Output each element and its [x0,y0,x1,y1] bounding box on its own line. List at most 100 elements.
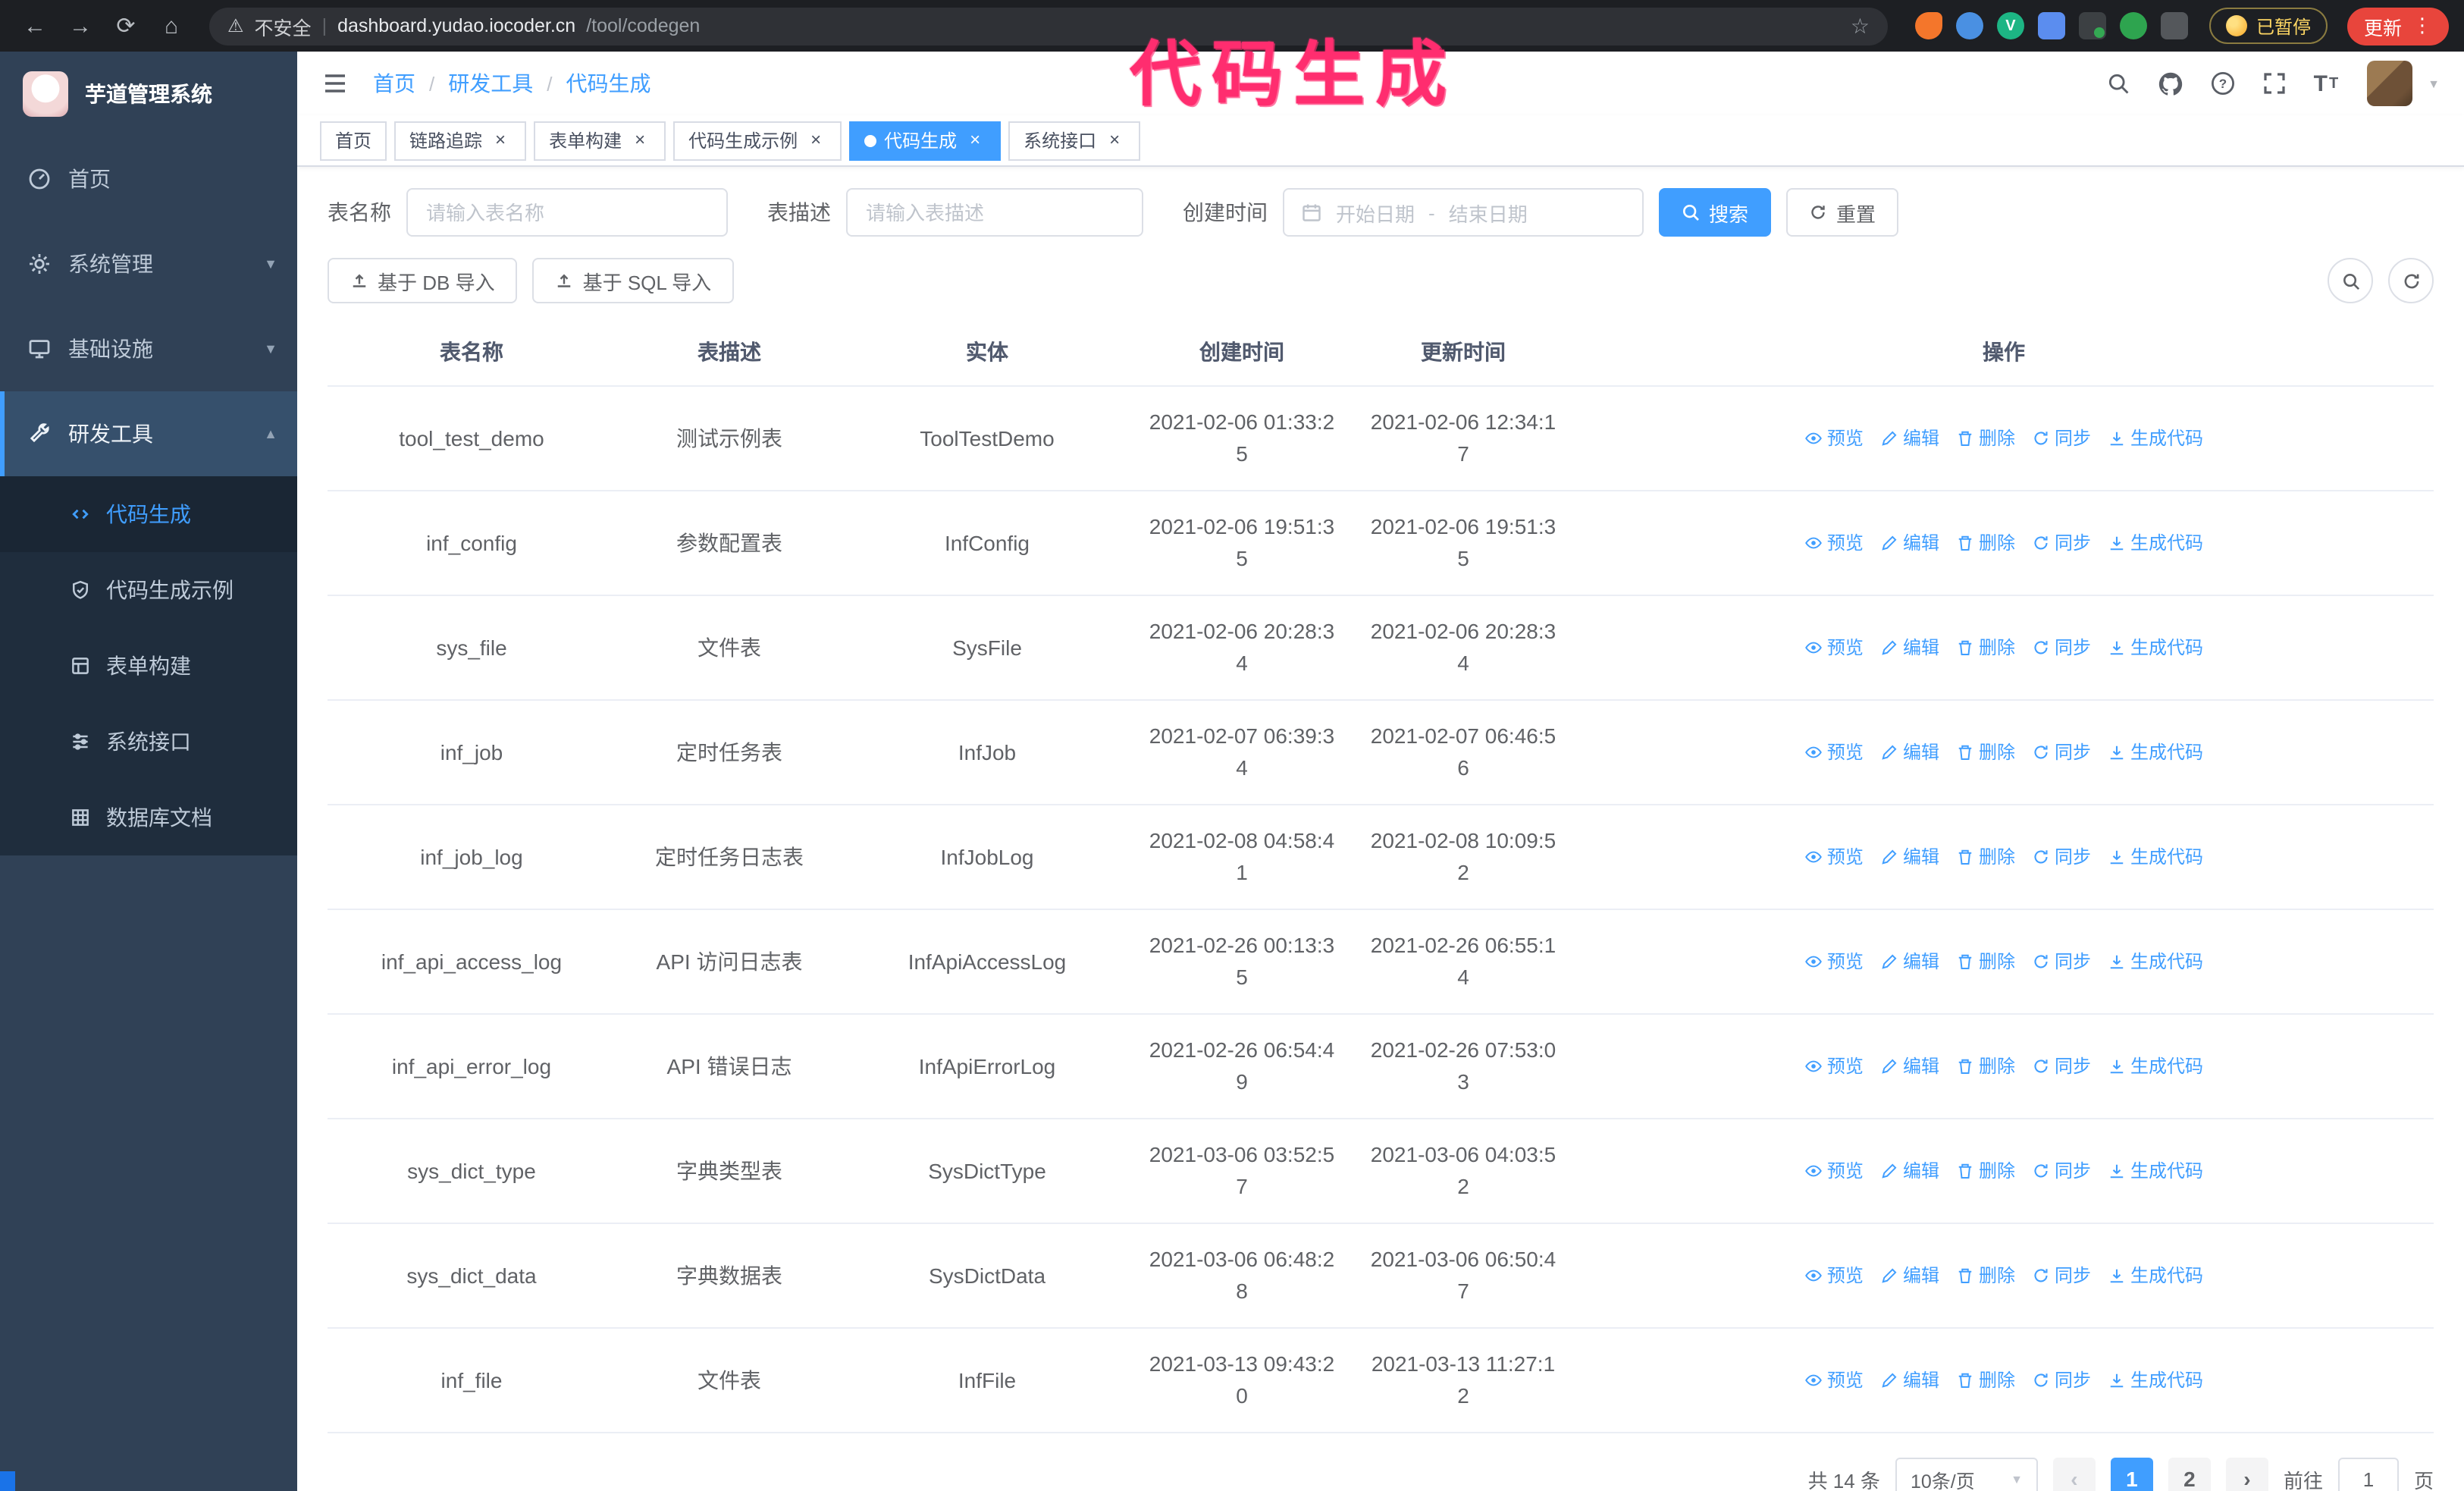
extension-icon-2[interactable] [1955,12,1983,39]
delete-link[interactable]: 删除 [1956,946,2015,978]
sidebar-item-system[interactable]: 系统管理 ▼ [0,221,297,306]
preview-link[interactable]: 预览 [1804,632,1864,664]
date-range-picker[interactable]: 开始日期 - 结束日期 [1283,188,1644,237]
font-size-icon[interactable]: TT [2314,71,2340,96]
generate-code-link[interactable]: 生成代码 [2108,736,2203,768]
edit-link[interactable]: 编辑 [1880,1364,1939,1396]
delete-link[interactable]: 删除 [1956,1260,2015,1292]
close-icon[interactable]: × [490,129,511,151]
edit-link[interactable]: 编辑 [1880,946,1939,978]
preview-link[interactable]: 预览 [1804,1364,1864,1396]
sidebar-item-codegen-example[interactable]: 代码生成示例 [0,552,297,628]
sync-link[interactable]: 同步 [2032,1364,2091,1396]
sync-link[interactable]: 同步 [2032,841,2091,873]
page-size-select[interactable]: 10条/页 ▼ [1895,1458,2038,1491]
import-sql-button[interactable]: 基于 SQL 导入 [532,258,735,303]
generate-code-link[interactable]: 生成代码 [2108,1050,2203,1082]
preview-link[interactable]: 预览 [1804,946,1864,978]
delete-link[interactable]: 删除 [1956,736,2015,768]
close-icon[interactable]: × [964,129,986,151]
extension-icon-3[interactable]: V [1996,12,2024,39]
breadcrumb-home[interactable]: 首页 [373,68,415,99]
delete-link[interactable]: 删除 [1956,632,2015,664]
tab-tracing[interactable]: 链路追踪 × [394,121,527,160]
fullscreen-icon[interactable] [2262,71,2287,96]
browser-reload-icon[interactable]: ⟳ [106,12,146,39]
sidebar-item-devtools[interactable]: 研发工具 ▲ [0,391,297,476]
sync-link[interactable]: 同步 [2032,422,2091,454]
search-button[interactable]: 搜索 [1659,188,1772,237]
delete-link[interactable]: 删除 [1956,1364,2015,1396]
edit-link[interactable]: 编辑 [1880,1260,1939,1292]
generate-code-link[interactable]: 生成代码 [2108,527,2203,559]
next-page-button[interactable]: › [2225,1458,2268,1491]
edit-link[interactable]: 编辑 [1880,1155,1939,1187]
url-bar[interactable]: ⚠ 不安全 | dashboard.yudao.iocoder.cn/tool/… [209,7,1888,45]
help-icon[interactable]: ? [2211,71,2235,96]
delete-link[interactable]: 删除 [1956,527,2015,559]
extension-icon-6[interactable] [2119,12,2147,39]
delete-link[interactable]: 删除 [1956,1155,2015,1187]
sync-link[interactable]: 同步 [2032,527,2091,559]
generate-code-link[interactable]: 生成代码 [2108,632,2203,664]
extension-icon-5[interactable] [2078,12,2106,39]
import-db-button[interactable]: 基于 DB 导入 [328,258,518,303]
avatar[interactable] [2367,61,2413,106]
tab-codegen-example[interactable]: 代码生成示例 × [673,121,842,160]
sync-link[interactable]: 同步 [2032,736,2091,768]
tab-codegen[interactable]: 代码生成 × [849,121,1002,160]
delete-link[interactable]: 删除 [1956,841,2015,873]
edit-link[interactable]: 编辑 [1880,1050,1939,1082]
browser-menu-icon[interactable]: ⋮ [2412,14,2432,38]
page-button-1[interactable]: 1 [2110,1458,2153,1491]
goto-page-input[interactable] [2337,1458,2399,1491]
breadcrumb-devtools[interactable]: 研发工具 [448,68,533,99]
sync-link[interactable]: 同步 [2032,1155,2091,1187]
sidebar-item-infra[interactable]: 基础设施 ▼ [0,306,297,391]
browser-home-icon[interactable]: ⌂ [152,13,191,39]
generate-code-link[interactable]: 生成代码 [2108,841,2203,873]
toggle-search-button[interactable] [2328,258,2373,303]
tab-form-builder[interactable]: 表单构建 × [534,121,666,160]
sync-link[interactable]: 同步 [2032,946,2091,978]
extension-icon-4[interactable] [2037,12,2065,39]
browser-update-button[interactable]: 更新 ⋮ [2346,7,2449,45]
edit-link[interactable]: 编辑 [1880,736,1939,768]
delete-link[interactable]: 删除 [1956,422,2015,454]
generate-code-link[interactable]: 生成代码 [2108,1155,2203,1187]
page-button-2[interactable]: 2 [2168,1458,2211,1491]
profile-paused-badge[interactable]: 已暂停 [2209,8,2328,44]
sync-link[interactable]: 同步 [2032,632,2091,664]
sidebar-item-api[interactable]: 系统接口 [0,704,297,780]
search-icon[interactable] [2106,71,2130,96]
sidebar-item-form-builder[interactable]: 表单构建 [0,628,297,704]
table-name-input[interactable] [406,188,728,237]
table-desc-input[interactable] [846,188,1143,237]
sidebar-item-home[interactable]: 首页 [0,137,297,221]
hamburger-icon[interactable] [321,70,349,97]
preview-link[interactable]: 预览 [1804,1260,1864,1292]
browser-back-icon[interactable]: ← [15,13,55,39]
extension-icon-1[interactable] [1914,12,1942,39]
sidebar-item-codegen[interactable]: 代码生成 [0,476,297,552]
reset-button[interactable]: 重置 [1786,188,1899,237]
generate-code-link[interactable]: 生成代码 [2108,422,2203,454]
preview-link[interactable]: 预览 [1804,736,1864,768]
close-icon[interactable]: × [1104,129,1125,151]
sidebar-item-db-doc[interactable]: 数据库文档 [0,780,297,855]
close-icon[interactable]: × [805,129,826,151]
edit-link[interactable]: 编辑 [1880,841,1939,873]
preview-link[interactable]: 预览 [1804,422,1864,454]
logo[interactable]: 芋道管理系统 [0,52,297,137]
edit-link[interactable]: 编辑 [1880,632,1939,664]
refresh-table-button[interactable] [2388,258,2434,303]
extension-icon-7[interactable] [2160,12,2188,39]
preview-link[interactable]: 预览 [1804,1050,1864,1082]
sync-link[interactable]: 同步 [2032,1260,2091,1292]
prev-page-button[interactable]: ‹ [2052,1458,2096,1491]
breadcrumb-codegen[interactable]: 代码生成 [566,68,651,99]
generate-code-link[interactable]: 生成代码 [2108,1364,2203,1396]
edit-link[interactable]: 编辑 [1880,527,1939,559]
tab-home[interactable]: 首页 [320,121,387,160]
preview-link[interactable]: 预览 [1804,1155,1864,1187]
